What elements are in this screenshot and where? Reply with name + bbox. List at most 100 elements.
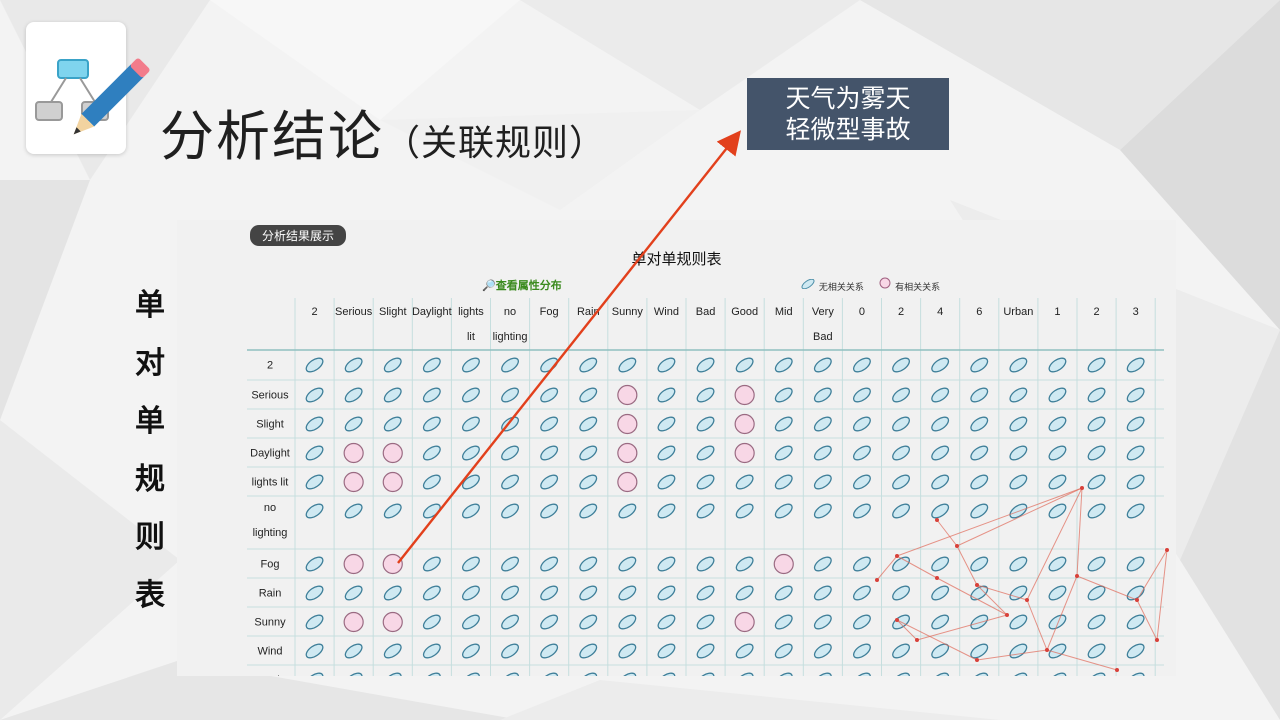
network-dot — [915, 638, 919, 642]
unrelated-ellipse — [931, 614, 950, 630]
network-dot — [1135, 598, 1139, 602]
unrelated-ellipse — [540, 445, 559, 461]
network-dot — [975, 658, 979, 662]
column-header: Slight — [379, 306, 407, 318]
unrelated-ellipse — [813, 503, 832, 519]
unrelated-ellipse — [1048, 474, 1067, 490]
page-title: 分析结论（关联规则） — [160, 92, 606, 171]
unrelated-ellipse — [344, 643, 363, 659]
unrelated-ellipse — [657, 556, 676, 572]
network-dot — [975, 583, 979, 587]
unrelated-ellipse — [344, 672, 363, 676]
unrelated-ellipse — [305, 416, 324, 432]
unrelated-ellipse — [501, 672, 519, 676]
legend: 无相关关系 有相关关系 — [800, 277, 940, 293]
unrelated-ellipse — [344, 357, 363, 373]
unrelated-ellipse — [540, 387, 559, 403]
column-header: Very — [812, 306, 835, 318]
network-dot — [1165, 548, 1169, 552]
unrelated-ellipse — [813, 474, 832, 490]
unrelated-ellipse — [853, 643, 871, 659]
row-header: no — [264, 502, 276, 514]
unrelated-ellipse — [383, 643, 402, 659]
unrelated-ellipse — [970, 556, 989, 572]
unrelated-ellipse — [462, 357, 480, 373]
unrelated-ellipse — [579, 643, 598, 659]
related-circle — [382, 553, 403, 575]
unrelated-ellipse — [579, 672, 598, 676]
unrelated-ellipse — [1126, 643, 1145, 659]
unrelated-ellipse — [422, 585, 441, 601]
unrelated-ellipse — [344, 387, 363, 403]
ellipse-legend-icon — [801, 278, 815, 290]
unrelated-ellipse — [422, 416, 441, 432]
related-circle — [343, 442, 364, 464]
unrelated-ellipse — [657, 416, 676, 432]
unrelated-ellipse — [383, 416, 402, 432]
unrelated-ellipse — [774, 387, 793, 403]
unrelated-ellipse — [1126, 503, 1145, 519]
unrelated-ellipse — [853, 445, 871, 461]
unrelated-ellipse — [579, 503, 598, 519]
unrelated-ellipse — [579, 585, 598, 601]
unrelated-ellipse — [540, 474, 559, 490]
result-tag: 分析结果展示 — [250, 225, 347, 246]
unrelated-ellipse — [422, 474, 441, 490]
column-header: 0 — [859, 306, 865, 318]
unrelated-ellipse — [696, 556, 715, 572]
view-attribute-link[interactable]: 🔎查看属性分布 — [482, 277, 562, 293]
column-header: Urban — [1003, 306, 1033, 318]
column-header: Fog — [540, 306, 559, 318]
network-dot — [895, 618, 899, 622]
unrelated-ellipse — [383, 672, 402, 676]
unrelated-ellipse — [892, 503, 910, 519]
unrelated-ellipse — [579, 445, 598, 461]
unrelated-ellipse — [462, 556, 480, 572]
unrelated-ellipse — [579, 416, 598, 432]
callout-line1: 天气为雾天 — [785, 84, 911, 113]
unrelated-ellipse — [892, 357, 910, 373]
unrelated-ellipse — [540, 503, 559, 519]
network-line — [936, 577, 1008, 616]
unrelated-ellipse — [501, 643, 519, 659]
unrelated-ellipse — [1087, 445, 1106, 461]
unrelated-ellipse — [813, 585, 832, 601]
side-char: 表 — [135, 578, 165, 613]
row-header: Sunny — [254, 617, 286, 629]
unrelated-ellipse — [422, 357, 441, 373]
unrelated-ellipse — [774, 445, 793, 461]
unrelated-ellipse — [853, 416, 871, 432]
unrelated-ellipse — [540, 416, 559, 432]
side-vertical-label: 单 对 单 规 则 表 — [128, 284, 172, 632]
network-line — [1046, 649, 1118, 671]
unrelated-ellipse — [1126, 672, 1145, 676]
unrelated-ellipse — [774, 474, 793, 490]
unrelated-ellipse — [501, 474, 519, 490]
unrelated-ellipse — [813, 387, 832, 403]
unrelated-ellipse — [892, 672, 910, 676]
column-header: lighting — [493, 331, 528, 343]
row-header: Serious — [251, 390, 289, 402]
row-header: Rain — [259, 588, 282, 600]
column-header: 2 — [311, 306, 317, 318]
unrelated-ellipse — [1126, 387, 1145, 403]
unrelated-ellipse — [735, 585, 754, 601]
unrelated-ellipse — [774, 614, 793, 630]
unrelated-ellipse — [696, 387, 715, 403]
unrelated-ellipse — [422, 672, 441, 676]
unrelated-ellipse — [579, 387, 598, 403]
related-circle — [617, 384, 638, 406]
unrelated-ellipse — [1126, 357, 1145, 373]
unrelated-ellipse — [462, 416, 480, 432]
row-header: Daylight — [250, 448, 290, 460]
unrelated-ellipse — [1087, 503, 1106, 519]
unrelated-ellipse — [344, 503, 363, 519]
unrelated-ellipse — [1126, 445, 1145, 461]
unrelated-ellipse — [1009, 614, 1028, 630]
unrelated-ellipse — [735, 643, 754, 659]
unrelated-ellipse — [657, 503, 676, 519]
unrelated-ellipse — [422, 387, 441, 403]
unrelated-ellipse — [970, 416, 989, 432]
unrelated-ellipse — [1087, 474, 1106, 490]
unrelated-ellipse — [579, 357, 598, 373]
